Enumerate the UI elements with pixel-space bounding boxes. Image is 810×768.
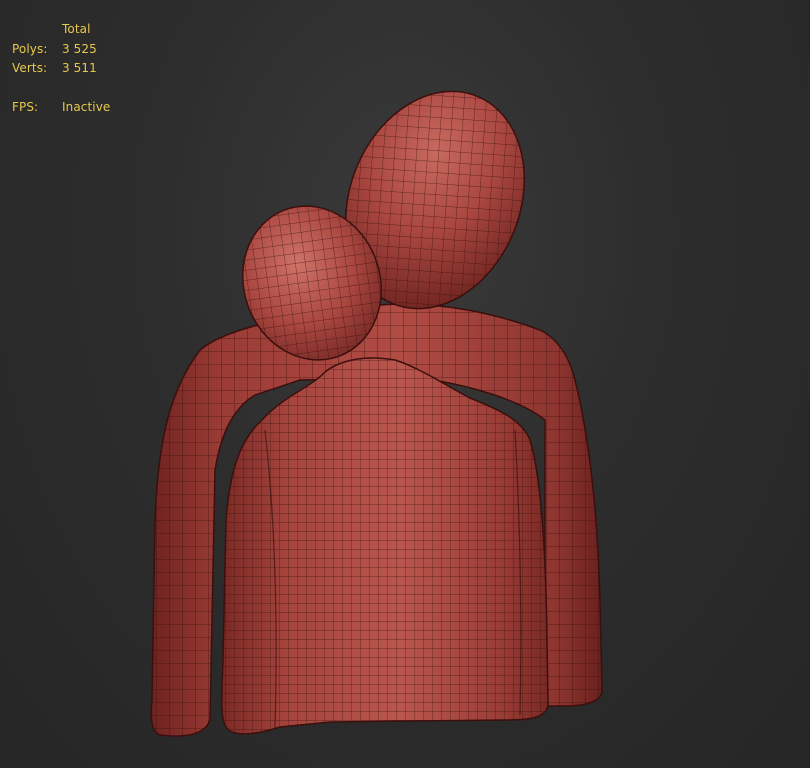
stats-polys-row: Polys: 3 525 xyxy=(12,40,110,60)
fps-value: Inactive xyxy=(62,100,111,114)
stats-fps-row: FPS: Inactive xyxy=(12,98,110,118)
mesh-render[interactable] xyxy=(0,0,810,768)
stats-header-row: Total xyxy=(12,20,110,40)
fps-label: FPS: xyxy=(12,100,39,114)
polys-value: 3 525 xyxy=(62,41,97,56)
stats-column-header: Total xyxy=(62,22,91,36)
front-figure-body xyxy=(221,357,549,735)
3d-viewport[interactable]: Total Polys: 3 525 Verts: 3 511 FPS: Ina… xyxy=(0,0,810,768)
verts-label: Verts: xyxy=(12,61,48,75)
stats-verts-row: Verts: 3 511 xyxy=(12,59,110,79)
verts-value: 3 511 xyxy=(62,61,97,75)
viewport-statistics-overlay: Total Polys: 3 525 Verts: 3 511 FPS: Ina… xyxy=(12,20,110,118)
polys-label: Polys: xyxy=(12,41,48,56)
